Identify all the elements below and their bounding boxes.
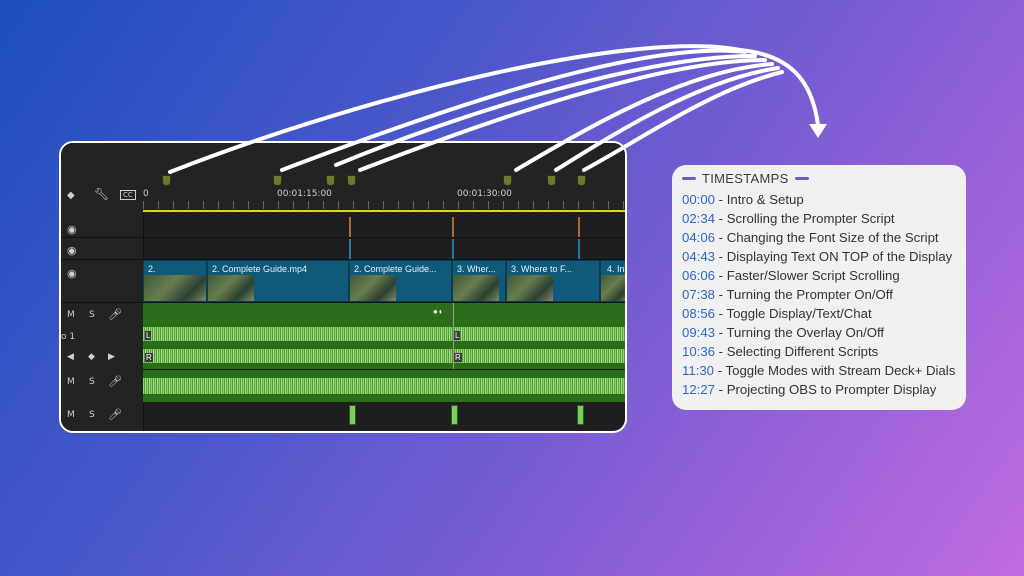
timestamp-time[interactable]: 07:38 <box>682 287 715 302</box>
timestamp-time[interactable]: 12:27 <box>682 382 715 397</box>
timestamp-item[interactable]: 04:06 - Changing the Font Size of the Sc… <box>682 228 955 247</box>
timestamp-item[interactable]: 04:43 - Displaying Text ON TOP of the Di… <box>682 247 955 266</box>
timestamp-text: - Selecting Different Scripts <box>715 344 879 359</box>
arrow-head-icon <box>809 124 827 138</box>
timestamp-time[interactable]: 04:06 <box>682 230 715 245</box>
timestamp-text: - Toggle Modes with Stream Deck+ Dials <box>714 363 956 378</box>
timestamp-text: - Projecting OBS to Prompter Display <box>715 382 937 397</box>
timestamp-text: - Intro & Setup <box>715 192 804 207</box>
timestamp-time[interactable]: 02:34 <box>682 211 715 226</box>
timestamp-item[interactable]: 07:38 - Turning the Prompter On/Off <box>682 285 955 304</box>
timestamp-time[interactable]: 04:43 <box>682 249 715 264</box>
timestamp-item[interactable]: 00:00 - Intro & Setup <box>682 190 955 209</box>
title-bar-icon <box>682 177 696 180</box>
timestamp-item[interactable]: 11:30 - Toggle Modes with Stream Deck+ D… <box>682 361 955 380</box>
timestamp-text: - Turning the Overlay On/Off <box>715 325 885 340</box>
timestamp-time[interactable]: 08:56 <box>682 306 715 321</box>
title-bar-icon <box>794 177 809 180</box>
timestamp-text: - Faster/Slower Script Scrolling <box>715 268 900 283</box>
timestamp-item[interactable]: 09:43 - Turning the Overlay On/Off <box>682 323 955 342</box>
card-title-text: TIMESTAMPS <box>702 171 789 186</box>
timestamps-card: TIMESTAMPS 00:00 - Intro & Setup 02:34 -… <box>672 165 966 410</box>
timestamp-time[interactable]: 10:36 <box>682 344 715 359</box>
timestamp-item[interactable]: 12:27 - Projecting OBS to Prompter Displ… <box>682 380 955 399</box>
timestamp-text: - Scrolling the Prompter Script <box>715 211 895 226</box>
timestamp-text: - Changing the Font Size of the Script <box>715 230 939 245</box>
timestamp-time[interactable]: 11:30 <box>682 363 714 378</box>
timestamp-time[interactable]: 09:43 <box>682 325 715 340</box>
timestamp-text: - Turning the Prompter On/Off <box>715 287 893 302</box>
timestamp-text: - Toggle Display/Text/Chat <box>715 306 872 321</box>
timestamp-list: 00:00 - Intro & Setup 02:34 - Scrolling … <box>682 190 955 399</box>
timestamp-time[interactable]: 06:06 <box>682 268 715 283</box>
timestamp-item[interactable]: 10:36 - Selecting Different Scripts <box>682 342 955 361</box>
card-title: TIMESTAMPS <box>682 171 809 186</box>
timestamp-item[interactable]: 06:06 - Faster/Slower Script Scrolling <box>682 266 955 285</box>
timestamp-item[interactable]: 02:34 - Scrolling the Prompter Script <box>682 209 955 228</box>
timestamp-text: - Displaying Text ON TOP of the Display <box>715 249 953 264</box>
timestamp-item[interactable]: 08:56 - Toggle Display/Text/Chat <box>682 304 955 323</box>
timestamp-time[interactable]: 00:00 <box>682 192 715 207</box>
